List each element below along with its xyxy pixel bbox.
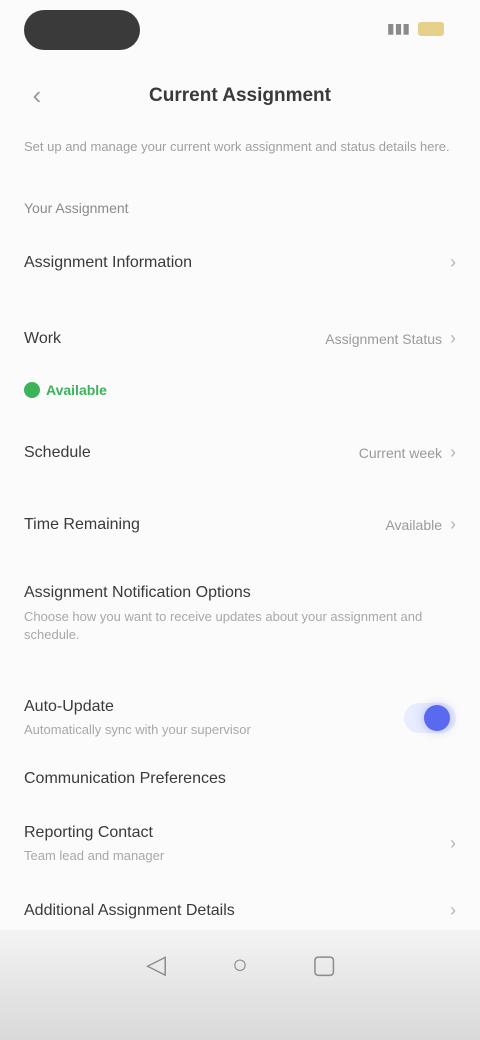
camera-pill (24, 10, 140, 50)
status-icons: ▮▮▮ (387, 20, 444, 37)
chevron-right-icon: › (450, 900, 456, 920)
row-work[interactable]: Work Assignment Status › (24, 328, 456, 349)
row-value: Available › (385, 514, 456, 534)
navigation-bar: ◁ ○ ▢ (0, 930, 480, 1040)
row-label: Work (24, 329, 62, 347)
row-time-remaining[interactable]: Time Remaining Available › (24, 514, 456, 535)
chevron-right-icon: › (450, 252, 456, 272)
row-value: Assignment Status › (325, 328, 456, 348)
reporting-contact-row[interactable]: Reporting Contact Team lead and manager … (24, 824, 456, 863)
row-label: Assignment Information (24, 253, 193, 271)
row-value: Current week › (358, 442, 456, 462)
intro-text: Set up and manage your current work assi… (24, 139, 450, 154)
section-label: Your Assignment (24, 200, 129, 216)
row-label: Schedule (24, 443, 91, 461)
header: ‹ Current Assignment (0, 70, 480, 122)
status-badge: Available (24, 382, 107, 398)
battery-icon (418, 21, 444, 36)
additional-details-row[interactable]: Additional Assignment Details › (24, 900, 456, 921)
page-title: Current Assignment (149, 85, 331, 106)
chevron-right-icon: › (450, 328, 456, 348)
status-dot-icon (24, 382, 40, 398)
notifications-row[interactable]: Assignment Notification Options Choose h… (24, 584, 456, 644)
home-nav-icon[interactable]: ○ (220, 944, 260, 984)
auto-update-row[interactable]: Auto-Update Automatically sync with your… (24, 698, 456, 737)
recents-nav-icon[interactable]: ▢ (304, 944, 344, 984)
row-schedule[interactable]: Schedule Current week › (24, 442, 456, 463)
chevron-right-icon: › (450, 442, 456, 462)
row-assignment-info[interactable]: Assignment Information › (24, 252, 456, 273)
row-value: › (442, 252, 456, 273)
row-label: Time Remaining (24, 515, 140, 533)
communication-link[interactable]: Communication Preferences (24, 770, 226, 788)
chevron-right-icon: › (450, 514, 456, 534)
signal-icon: ▮▮▮ (386, 20, 410, 36)
toggle-switch[interactable] (404, 702, 456, 733)
back-nav-icon[interactable]: ◁ (136, 944, 176, 984)
toggle-knob (424, 704, 450, 731)
status-bar: ▮▮▮ (0, 0, 480, 70)
chevron-left-icon[interactable]: ‹ (22, 80, 52, 110)
chevron-right-icon: › (450, 833, 456, 853)
